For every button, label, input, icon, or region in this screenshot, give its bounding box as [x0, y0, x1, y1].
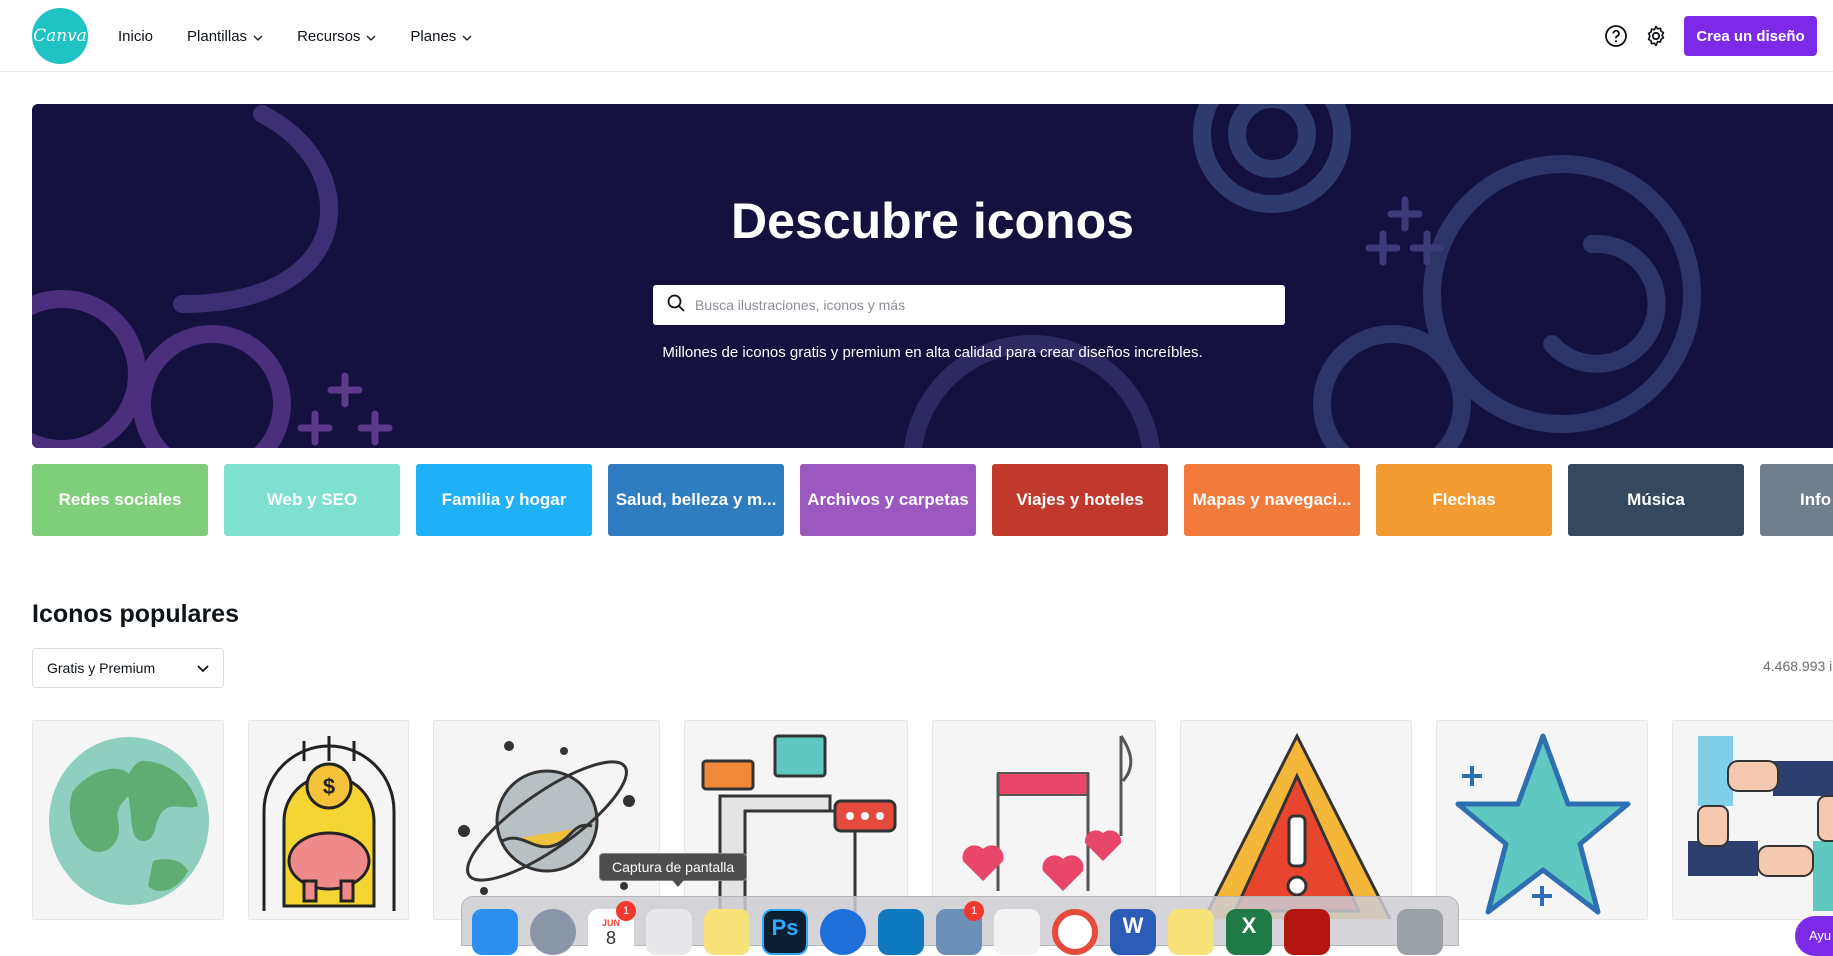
warning-triangle-icon[interactable] — [1180, 720, 1412, 920]
chevron-down-icon — [253, 28, 263, 45]
nav-label: Plantillas — [187, 27, 248, 45]
globe-icon[interactable] — [32, 720, 224, 920]
launchpad-icon[interactable] — [530, 909, 576, 955]
category-flechas[interactable]: Flechas — [1376, 464, 1552, 536]
notes-icon[interactable] — [704, 909, 750, 955]
hero-title: Descubre iconos — [731, 193, 1134, 249]
category-salud-belleza[interactable]: Salud, belleza y m... — [608, 464, 784, 536]
nav-plantillas[interactable]: Plantillas — [187, 28, 263, 45]
chevron-down-icon — [462, 28, 472, 45]
search-icon — [667, 294, 685, 317]
category-info[interactable]: Info — [1760, 464, 1833, 536]
search-bar[interactable] — [653, 285, 1285, 325]
create-design-button[interactable]: Crea un diseño — [1684, 16, 1817, 56]
hero-decoration — [32, 104, 1701, 448]
finder-icon[interactable] — [472, 909, 518, 955]
category-web-seo[interactable]: Web y SEO — [224, 464, 400, 536]
top-navigation-bar: Canva Inicio Plantillas Recursos Planes … — [0, 0, 1833, 72]
trello-icon[interactable] — [878, 909, 924, 955]
canva-logo[interactable]: Canva — [32, 8, 88, 64]
section-title: Iconos populares — [32, 600, 239, 628]
category-familia-hogar[interactable]: Familia y hogar — [416, 464, 592, 536]
nav-recursos[interactable]: Recursos — [297, 28, 376, 45]
pages-icon[interactable] — [994, 909, 1040, 955]
category-viajes-hoteles[interactable]: Viajes y hoteles — [992, 464, 1168, 536]
star-icon[interactable] — [1436, 720, 1648, 920]
excel-icon[interactable]: X — [1226, 909, 1272, 955]
hero-subtitle: Millones de iconos gratis y premium en a… — [662, 344, 1203, 361]
trash-icon[interactable] — [1397, 909, 1443, 955]
svg-text:$: $ — [323, 774, 335, 799]
nav-planes[interactable]: Planes — [410, 28, 472, 45]
piggy-bank-dollar-icon[interactable]: $ — [248, 720, 409, 920]
calendar-day: 8 — [605, 927, 616, 948]
filter-value: Gratis y Premium — [47, 660, 156, 676]
documents-chat-icon[interactable] — [684, 720, 908, 920]
result-count: 4.468.993 i — [1763, 658, 1833, 674]
hands-teamwork-icon[interactable] — [1672, 720, 1833, 920]
nav-inicio[interactable]: Inicio — [118, 28, 153, 45]
planet-icon[interactable] — [433, 720, 660, 920]
macos-dock: JUN 8 1 Ps 1 W X — [461, 896, 1459, 955]
preview-icon[interactable]: 1 — [936, 901, 984, 955]
category-redes-sociales[interactable]: Redes sociales — [32, 464, 208, 536]
chevron-down-icon — [197, 660, 209, 676]
acrobat-icon[interactable] — [1284, 909, 1330, 955]
notification-badge: 1 — [616, 901, 636, 921]
calendar-month: JUN — [601, 917, 620, 928]
chrome-icon[interactable] — [1052, 909, 1098, 955]
calendar-icon[interactable]: JUN 8 1 — [588, 901, 636, 955]
help-button[interactable]: Ayu — [1795, 916, 1833, 956]
word-icon[interactable]: W — [1110, 909, 1156, 955]
main-nav: Inicio Plantillas Recursos Planes — [118, 0, 506, 72]
search-input[interactable] — [695, 297, 1275, 313]
stickies-icon[interactable] — [1168, 909, 1214, 955]
photoshop-icon[interactable]: Ps — [762, 909, 808, 955]
license-filter-dropdown[interactable]: Gratis y Premium — [32, 648, 224, 688]
hero-banner: Descubre iconos Millones de iconos grati… — [32, 104, 1833, 448]
chevron-down-icon — [366, 28, 376, 45]
category-mapas-navegacion[interactable]: Mapas y navegaci... — [1184, 464, 1360, 536]
logo-text: Canva — [33, 26, 87, 46]
category-archivos-carpetas[interactable]: Archivos y carpetas — [800, 464, 976, 536]
nav-label: Planes — [410, 27, 457, 45]
nav-label: Recursos — [297, 27, 361, 45]
music-notes-hearts-icon[interactable] — [932, 720, 1156, 920]
notification-badge: 1 — [964, 901, 984, 921]
nav-label: Inicio — [118, 27, 154, 45]
gear-icon[interactable] — [1644, 24, 1668, 48]
category-musica[interactable]: Música — [1568, 464, 1744, 536]
dock-tooltip: Captura de pantalla — [599, 853, 748, 887]
category-strip: Redes sociales Web y SEO Familia y hogar… — [32, 464, 1833, 536]
screenshot-icon[interactable] — [646, 909, 692, 955]
question-circle-icon[interactable] — [1604, 24, 1628, 48]
teamviewer-icon[interactable] — [820, 909, 866, 955]
